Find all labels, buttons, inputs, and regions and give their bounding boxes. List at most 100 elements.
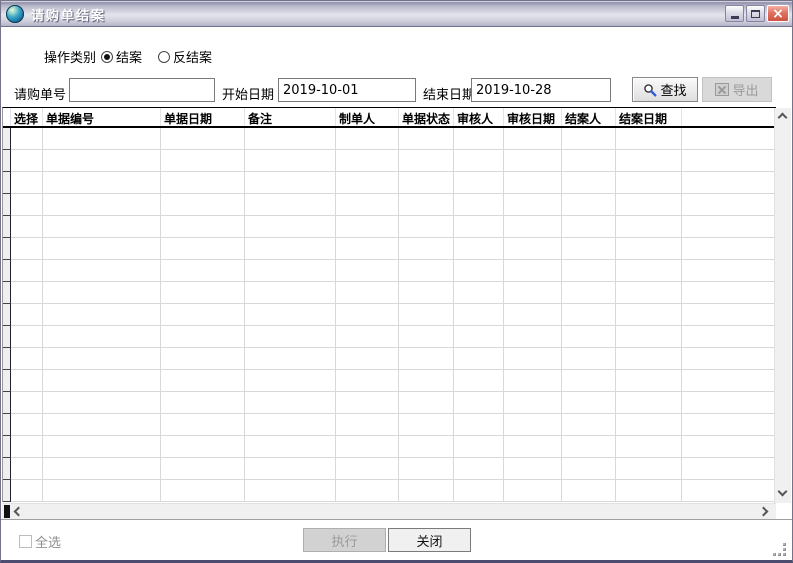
radio-reverse-close-case-label: 反结案	[173, 47, 212, 66]
row-indicator-cell	[3, 304, 11, 326]
table-cell	[161, 304, 245, 326]
row-indicator-cell	[3, 282, 11, 304]
chevron-right-icon[interactable]	[759, 507, 769, 517]
end-date-input[interactable]	[471, 78, 611, 102]
table-cell	[504, 370, 562, 392]
table-cell	[616, 172, 682, 194]
table-cell	[562, 370, 616, 392]
horizontal-scrollbar[interactable]	[2, 503, 776, 519]
execute-button[interactable]: 执行	[303, 528, 386, 552]
table-cell	[454, 304, 504, 326]
table-row	[3, 172, 776, 194]
row-indicator-cell	[3, 172, 11, 194]
radio-reverse-close-case[interactable]: 反结案	[158, 47, 212, 66]
horizontal-scrollbar-thumb[interactable]	[4, 505, 10, 518]
table-cell	[682, 238, 776, 260]
end-date-label: 结束日期	[423, 84, 475, 103]
window-title: 请购单结案	[31, 5, 106, 24]
column-header-doc-status[interactable]: 单据状态	[399, 108, 454, 126]
select-all-checkbox-wrap[interactable]: 全选	[19, 532, 61, 551]
table-cell	[504, 260, 562, 282]
table-cell	[161, 414, 245, 436]
table-cell	[399, 128, 454, 150]
table-cell	[399, 436, 454, 458]
column-header-filler	[682, 108, 776, 126]
table-cell	[504, 128, 562, 150]
table-cell	[616, 414, 682, 436]
table-cell	[336, 348, 399, 370]
table-cell	[336, 480, 399, 502]
column-header-closer[interactable]: 结案人	[562, 108, 616, 126]
column-header-auditor[interactable]: 审核人	[454, 108, 504, 126]
row-indicator-cell	[3, 370, 11, 392]
table-cell	[616, 370, 682, 392]
table-cell	[43, 172, 161, 194]
row-indicator-cell	[3, 414, 11, 436]
table-cell	[43, 150, 161, 172]
table-cell	[454, 436, 504, 458]
title-bar[interactable]: 请购单结案 ×	[1, 1, 792, 27]
export-button-label: 导出	[732, 80, 758, 99]
minimize-button[interactable]	[725, 5, 744, 22]
table-cell	[43, 414, 161, 436]
operation-radio-group: 结案 反结案	[101, 47, 212, 66]
minimize-icon	[731, 16, 739, 19]
table-cell	[11, 304, 43, 326]
column-header-doc-number[interactable]: 单据编号	[43, 108, 161, 126]
select-all-checkbox[interactable]	[19, 535, 32, 548]
table-row	[3, 414, 776, 436]
vertical-scrollbar[interactable]	[774, 108, 791, 503]
chevron-down-icon[interactable]	[778, 487, 788, 497]
close-button[interactable]: ×	[767, 5, 789, 22]
chevron-left-icon[interactable]	[14, 507, 24, 517]
table-cell	[245, 392, 336, 414]
start-date-input[interactable]	[278, 78, 416, 102]
table-cell	[562, 436, 616, 458]
table-cell	[682, 414, 776, 436]
table-cell	[504, 436, 562, 458]
table-cell	[616, 326, 682, 348]
table-cell	[682, 436, 776, 458]
table-cell	[399, 150, 454, 172]
table-cell	[504, 282, 562, 304]
column-header-creator[interactable]: 制单人	[336, 108, 399, 126]
table-row	[3, 370, 776, 392]
radio-close-case[interactable]: 结案	[101, 47, 142, 66]
table-cell	[43, 216, 161, 238]
table-cell	[504, 194, 562, 216]
search-button-label: 查找	[660, 80, 686, 99]
requisition-no-input[interactable]	[69, 78, 215, 102]
column-header-doc-date[interactable]: 单据日期	[161, 108, 245, 126]
resize-grip-icon[interactable]	[772, 542, 786, 556]
table-cell	[161, 216, 245, 238]
table-row	[3, 348, 776, 370]
row-indicator-cell	[3, 150, 11, 172]
search-button[interactable]: 查找	[632, 77, 698, 102]
table-cell	[682, 128, 776, 150]
table-cell	[43, 326, 161, 348]
table-cell	[11, 282, 43, 304]
table-body	[3, 128, 776, 502]
column-header-remark[interactable]: 备注	[245, 108, 336, 126]
maximize-button[interactable]	[746, 5, 765, 22]
export-button[interactable]: 导出	[702, 77, 772, 102]
table-cell	[616, 480, 682, 502]
table-cell	[245, 194, 336, 216]
column-header-select[interactable]: 选择	[11, 108, 43, 126]
table-cell	[562, 150, 616, 172]
table-cell	[454, 128, 504, 150]
close-dialog-button[interactable]: 关闭	[388, 528, 471, 552]
table-cell	[399, 260, 454, 282]
column-header-closing-date[interactable]: 结案日期	[616, 108, 682, 126]
table-row	[3, 128, 776, 150]
table-cell	[245, 128, 336, 150]
radio-close-case-label: 结案	[116, 47, 142, 66]
table-cell	[43, 458, 161, 480]
table-cell	[616, 238, 682, 260]
table-cell	[562, 216, 616, 238]
row-indicator-cell	[3, 348, 11, 370]
chevron-up-icon[interactable]	[778, 113, 788, 123]
start-date-label: 开始日期	[222, 84, 274, 103]
table-cell	[336, 150, 399, 172]
column-header-audit-date[interactable]: 审核日期	[504, 108, 562, 126]
